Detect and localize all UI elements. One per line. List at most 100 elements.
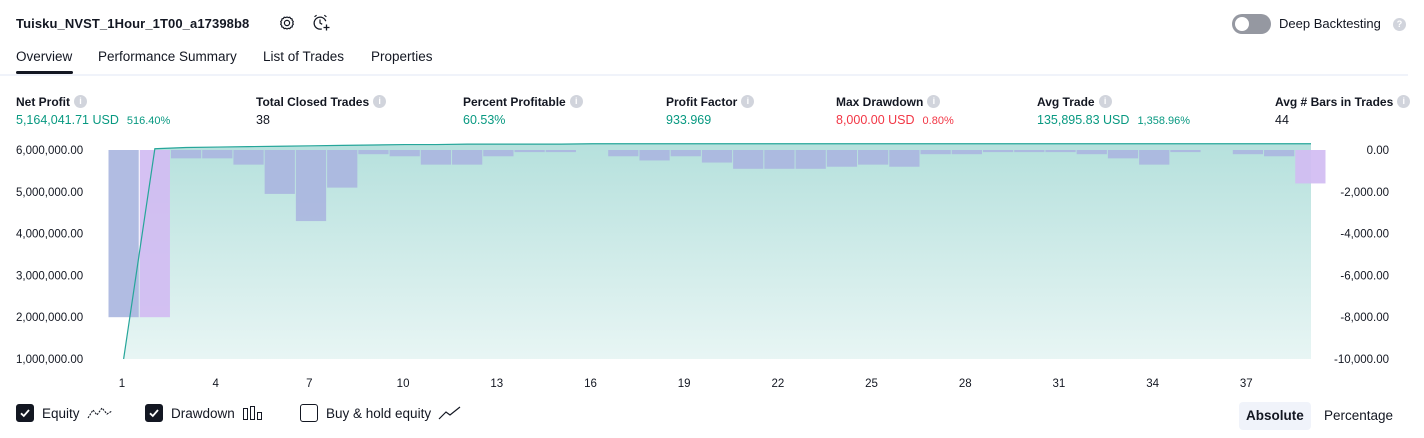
stat-value: 38 xyxy=(256,113,270,127)
stat-max-drawdown: Max Drawdown i 8,000.00 USD 0.80% xyxy=(836,94,954,128)
tab-performance-summary[interactable]: Performance Summary xyxy=(98,49,237,64)
left-axis-tick-label: 1,000,000.00 xyxy=(16,354,83,366)
absolute-mode-button[interactable]: Absolute xyxy=(1239,402,1311,430)
settings-button[interactable] xyxy=(277,13,297,33)
x-axis-tick-label: 22 xyxy=(771,378,784,390)
drawdown-bar xyxy=(295,150,327,222)
left-axis-tick-label: 4,000,000.00 xyxy=(16,229,83,241)
drawdown-checkbox[interactable] xyxy=(145,404,163,422)
drawdown-bar xyxy=(733,150,764,169)
drawdown-bar xyxy=(982,150,1014,153)
tab-properties[interactable]: Properties xyxy=(371,49,433,64)
equity-line-icon xyxy=(87,405,113,421)
drawdown-bar xyxy=(608,150,639,157)
header-bar: Tuisku_NVST_1Hour_1T00_a17398b8 Deep Bac… xyxy=(0,0,1424,46)
stat-percent: 0.80% xyxy=(922,115,954,127)
drawdown-bar xyxy=(1170,150,1201,153)
deep-backtesting-label: Deep Backtesting xyxy=(1279,16,1381,31)
equity-drawdown-chart[interactable]: 6,000,000.00 5,000,000.00 4,000,000.00 3,00… xyxy=(0,140,1424,398)
drawdown-bar xyxy=(389,150,420,157)
drawdown-bar xyxy=(1107,150,1139,159)
right-axis-tick-label: -6,000.00 xyxy=(1340,270,1389,282)
stat-value: 5,164,041.71 USD xyxy=(16,113,119,127)
buy-hold-toggle[interactable]: Buy & hold equity xyxy=(300,404,462,422)
drawdown-bar xyxy=(764,150,795,169)
stat-label: Avg # Bars in Trades xyxy=(1275,94,1394,109)
x-axis-tick-label: 31 xyxy=(1053,378,1066,390)
stat-percent: 1,358.96% xyxy=(1137,115,1191,127)
tab-list-of-trades[interactable]: List of Trades xyxy=(263,49,344,64)
info-icon[interactable]: i xyxy=(74,95,87,108)
stat-value: 44 xyxy=(1275,113,1289,127)
drawdown-bar xyxy=(327,150,358,188)
x-axis-tick-label: 37 xyxy=(1240,378,1253,390)
buy-hold-label: Buy & hold equity xyxy=(326,405,432,421)
info-icon[interactable]: i xyxy=(927,95,941,108)
equity-checkbox[interactable] xyxy=(16,404,34,422)
x-axis-tick-label: 25 xyxy=(865,378,878,390)
stat-net-profit: Net Profit i 5,164,041.71 USD 516.40% xyxy=(16,94,171,128)
equity-label: Equity xyxy=(42,405,80,421)
info-icon[interactable]: i xyxy=(741,95,755,108)
drawdown-bar xyxy=(108,150,139,318)
drawdown-bar xyxy=(795,150,826,169)
info-icon[interactable]: i xyxy=(569,95,583,108)
buy-hold-checkbox[interactable] xyxy=(300,404,318,422)
drawdown-bar xyxy=(670,150,701,157)
x-axis-tick-label: 16 xyxy=(584,378,597,390)
tab-overview[interactable]: Overview xyxy=(16,49,74,74)
drawdown-bar xyxy=(452,150,483,165)
left-axis-tick-label: 3,000,000.00 xyxy=(16,270,83,282)
stat-percent: 516.40% xyxy=(126,115,171,127)
drawdown-bar xyxy=(233,150,264,165)
drawdown-bar xyxy=(483,150,514,157)
drawdown-bar xyxy=(202,150,233,159)
stat-value: 135,895.83 USD xyxy=(1037,113,1130,127)
stat-avg-trade: Avg Trade i 135,895.83 USD 1,358.96% xyxy=(1037,94,1191,128)
right-axis-tick-label: -8,000.00 xyxy=(1340,312,1389,324)
stat-label: Total Closed Trades xyxy=(256,94,370,109)
stat-profit-factor: Profit Factor i 933.969 xyxy=(666,94,755,127)
left-axis-tick-label: 6,000,000.00 xyxy=(16,145,83,157)
drawdown-bar xyxy=(264,150,295,194)
stat-percent-profitable: Percent Profitable i 60.53% xyxy=(463,94,583,127)
drawdown-bar xyxy=(1045,150,1076,153)
percentage-mode-button[interactable]: Percentage xyxy=(1317,402,1400,430)
deep-backtesting-help-icon[interactable]: ? xyxy=(1393,18,1406,31)
x-axis-tick-label: 19 xyxy=(678,378,691,390)
x-axis-tick-label: 1 xyxy=(119,378,125,390)
info-icon[interactable]: i xyxy=(1098,95,1112,108)
stat-label: Avg Trade xyxy=(1037,94,1095,109)
stat-avg-bars-in-trades: Avg # Bars in Trades i 44 xyxy=(1275,94,1411,127)
x-axis-tick-label: 13 xyxy=(490,378,503,390)
stat-label: Profit Factor xyxy=(666,94,738,109)
deep-backtesting-toggle[interactable] xyxy=(1232,14,1271,34)
stat-label: Max Drawdown xyxy=(836,94,924,109)
stat-total-closed-trades: Total Closed Trades i 38 xyxy=(256,94,387,127)
x-axis-tick-label: 4 xyxy=(212,378,219,390)
drawdown-bar xyxy=(1076,150,1107,155)
add-alert-button[interactable] xyxy=(311,13,331,33)
stat-value: 8,000.00 USD xyxy=(836,113,915,127)
checkmark-icon xyxy=(149,409,159,418)
stat-value: 933.969 xyxy=(666,113,712,127)
x-axis-tick-label: 28 xyxy=(959,378,972,390)
info-icon[interactable]: i xyxy=(1397,95,1411,108)
info-icon[interactable]: i xyxy=(373,95,387,108)
left-axis-tick-label: 2,000,000.00 xyxy=(16,312,83,324)
right-axis-tick-label: -4,000.00 xyxy=(1340,229,1389,241)
buy-hold-line-icon xyxy=(438,405,462,421)
alarm-clock-plus-icon xyxy=(313,14,330,31)
drawdown-bar xyxy=(920,150,951,155)
drawdown-bar xyxy=(514,150,545,153)
gear-icon xyxy=(280,16,294,30)
stat-label: Net Profit xyxy=(16,94,70,109)
chart-legend: Equity Drawdown Buy & hold equity Absolu… xyxy=(0,402,1424,430)
stat-value: 60.53% xyxy=(463,113,506,127)
left-axis-tick-label: 5,000,000.00 xyxy=(16,187,83,199)
checkmark-icon xyxy=(20,409,30,418)
x-axis-tick-label: 10 xyxy=(397,378,410,390)
drawdown-bar xyxy=(139,150,170,318)
equity-toggle[interactable]: Equity xyxy=(16,404,113,422)
drawdown-toggle[interactable]: Drawdown xyxy=(145,404,264,422)
